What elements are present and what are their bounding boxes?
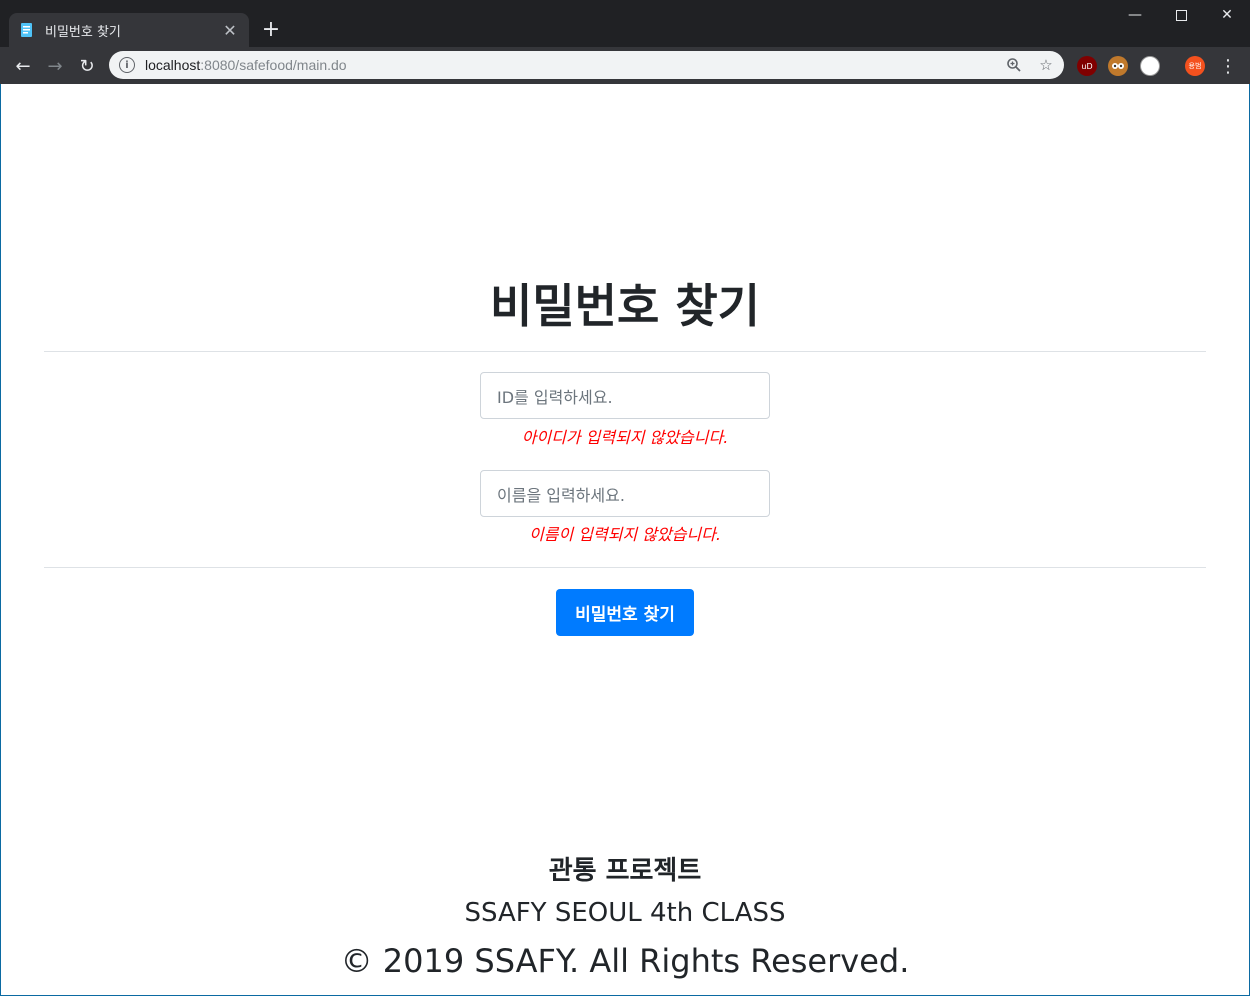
page-favicon-icon	[19, 22, 35, 38]
owl-extension-icon[interactable]	[1108, 56, 1128, 76]
browser-menu-icon[interactable]: ⋮	[1218, 53, 1238, 79]
footer-class: SSAFY SEOUL 4th CLASS	[464, 898, 786, 928]
new-tab-plus-icon[interactable]: +	[258, 17, 284, 43]
footer-copyright: © 2019 SSAFY. All Rights Reserved.	[340, 942, 910, 980]
circle-extension-icon[interactable]	[1140, 56, 1160, 76]
forward-arrow-icon[interactable]: →	[42, 53, 68, 79]
close-window-icon[interactable]: ✕	[1204, 0, 1250, 30]
page-title: 비밀번호 찾기	[490, 279, 760, 333]
divider-top	[44, 351, 1206, 352]
back-arrow-icon[interactable]: ←	[10, 53, 36, 79]
divider-bottom	[44, 567, 1206, 568]
tab-title: 비밀번호 찾기	[45, 24, 121, 40]
id-input[interactable]: ID를 입력하세요.	[480, 372, 770, 419]
find-password-button[interactable]: 비밀번호 찾기	[556, 589, 694, 636]
name-error-message: 이름이 입력되지 않았습니다.	[529, 525, 721, 544]
browser-tab[interactable]: 비밀번호 찾기 ✕	[9, 13, 249, 47]
site-info-icon[interactable]: i	[119, 57, 135, 73]
name-input[interactable]: 이름을 입력하세요.	[480, 470, 770, 517]
zoom-icon[interactable]	[1000, 51, 1028, 79]
tab-close-icon[interactable]: ✕	[221, 21, 239, 40]
reload-icon[interactable]: ↻	[74, 53, 100, 79]
browser-title-bar: 비밀번호 찾기 ✕ + — ✕	[0, 0, 1250, 47]
profile-avatar[interactable]: 용범	[1185, 56, 1205, 76]
id-error-message: 아이디가 입력되지 않았습니다.	[521, 428, 729, 447]
name-input-placeholder: 이름을 입력하세요.	[497, 485, 625, 505]
footer-project: 관통 프로젝트	[548, 856, 702, 886]
minimize-icon[interactable]: —	[1112, 0, 1158, 30]
url-text: localhost:8080/safefood/main.do	[145, 57, 347, 73]
bookmark-star-icon[interactable]: ☆	[1032, 51, 1060, 79]
id-input-placeholder: ID를 입력하세요.	[497, 387, 613, 407]
maximize-icon[interactable]	[1158, 0, 1204, 30]
ublock-extension-icon[interactable]: uD	[1077, 56, 1097, 76]
browser-toolbar: ← → ↻ i localhost:8080/safefood/main.do …	[0, 47, 1250, 84]
address-bar[interactable]: i localhost:8080/safefood/main.do ☆	[109, 51, 1064, 79]
